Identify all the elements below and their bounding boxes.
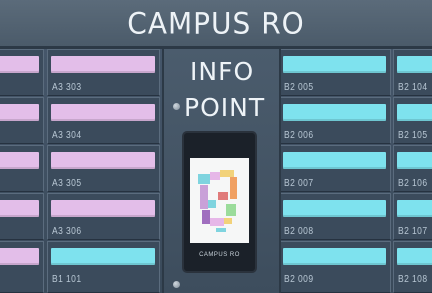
room-label-strip — [51, 200, 155, 217]
room-label-strip — [0, 200, 39, 217]
room-sign: B2 008 — [279, 193, 391, 240]
kiosk-screen[interactable] — [190, 158, 249, 243]
room-sign: B2 106 — [393, 145, 432, 192]
room-label-strip — [397, 200, 432, 217]
campus-sign-title: CAMPUS RO — [127, 6, 305, 41]
room-number: A3 304 — [52, 130, 82, 141]
room-number: A3 305 — [52, 178, 82, 189]
room-sign: B2 005 — [279, 49, 391, 96]
room-sign: B2 107 — [393, 193, 432, 240]
room-label-strip — [283, 56, 386, 73]
room-sign: A3 304 — [47, 97, 160, 144]
kiosk-device: CAMPUS RO — [184, 133, 255, 271]
room-label-strip — [0, 248, 39, 265]
room-sign: B2 105 — [393, 97, 432, 144]
room-sign — [0, 97, 44, 144]
room-sign: B2 006 — [279, 97, 391, 144]
panel-bolt-icon — [173, 103, 180, 110]
room-label-strip — [51, 248, 155, 265]
room-number: B1 101 — [52, 274, 82, 285]
info-point-panel: INFO POINT CAMPUS RO — [162, 49, 281, 293]
room-label-strip — [397, 152, 432, 169]
panel-bolt-icon — [173, 281, 180, 288]
room-sign: B2 009 — [279, 241, 391, 293]
room-label-strip — [283, 152, 386, 169]
room-sign: A3 303 — [47, 49, 160, 96]
room-label-strip — [397, 248, 432, 265]
room-label-strip — [397, 56, 432, 73]
room-label-strip — [0, 104, 39, 121]
room-label-strip — [397, 104, 432, 121]
point-heading: POINT — [184, 93, 266, 122]
room-number: B2 104 — [398, 82, 428, 93]
room-label-strip — [51, 152, 155, 169]
campus-map-image — [190, 158, 249, 243]
room-sign — [0, 241, 44, 293]
room-label-strip — [283, 104, 386, 121]
room-sign — [0, 193, 44, 240]
campus-info-point-photo: CAMPUS RO A3 303 A3 304 A3 305 A3 306 B1… — [0, 0, 432, 293]
kiosk-brand-label: CAMPUS RO — [199, 252, 240, 258]
room-label-strip — [51, 56, 155, 73]
room-number: B2 007 — [284, 178, 314, 189]
room-sign: A3 305 — [47, 145, 160, 192]
room-number: B2 108 — [398, 274, 428, 285]
room-number: B2 105 — [398, 130, 428, 141]
room-label-strip — [283, 248, 386, 265]
room-number: B2 005 — [284, 82, 314, 93]
room-number: A3 306 — [52, 226, 82, 237]
room-number: B2 008 — [284, 226, 314, 237]
room-label-strip — [0, 152, 39, 169]
room-sign: B2 108 — [393, 241, 432, 293]
room-sign: B2 007 — [279, 145, 391, 192]
room-number: B2 009 — [284, 274, 314, 285]
room-sign — [0, 145, 44, 192]
room-label-strip — [283, 200, 386, 217]
room-sign: B1 101 — [47, 241, 160, 293]
room-number: B2 106 — [398, 178, 428, 189]
campus-sign: CAMPUS RO — [0, 0, 432, 49]
room-sign: B2 104 — [393, 49, 432, 96]
room-number: A3 303 — [52, 82, 82, 93]
room-sign: A3 306 — [47, 193, 160, 240]
room-label-strip — [0, 56, 39, 73]
info-heading: INFO — [190, 57, 255, 86]
room-number: B2 107 — [398, 226, 428, 237]
room-label-strip — [51, 104, 155, 121]
room-sign — [0, 49, 44, 96]
room-number: B2 006 — [284, 130, 314, 141]
